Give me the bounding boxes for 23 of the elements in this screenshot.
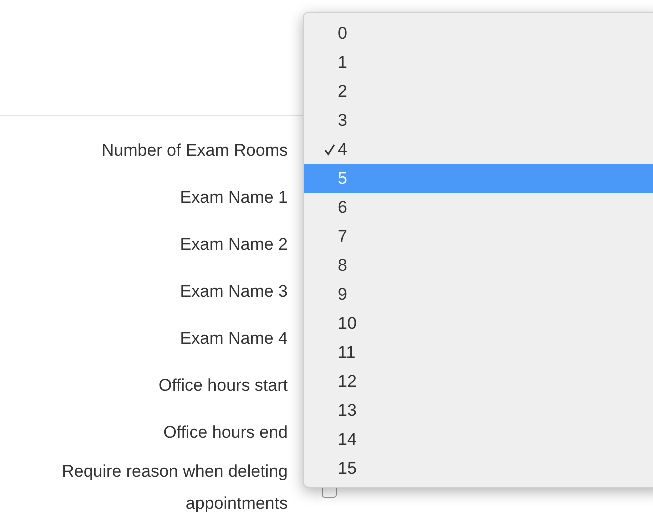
field-label: Exam Name 2 <box>179 234 288 254</box>
menu-item[interactable]: 0 <box>304 19 653 48</box>
field-label: Require reason when deleting appointments <box>61 461 288 515</box>
menu-item[interactable]: 2 <box>304 77 653 106</box>
field-label: Exam Name 1 <box>179 188 288 208</box>
menu-item[interactable]: 15 <box>304 454 653 483</box>
menu-item[interactable]: 4 <box>304 135 653 164</box>
field-label: Number of Exam Rooms <box>100 140 288 160</box>
field-label: Exam Name 3 <box>179 282 288 302</box>
menu-item[interactable]: 14 <box>304 425 653 454</box>
field-label: Exam Name 4 <box>179 328 288 348</box>
menu-item[interactable]: 8 <box>304 251 653 280</box>
menu-item[interactable]: 11 <box>304 338 653 367</box>
menu-item[interactable]: 9 <box>304 280 653 309</box>
menu-item[interactable]: 1 <box>304 48 653 77</box>
menu-item[interactable]: 13 <box>304 396 653 425</box>
menu-item[interactable]: 3 <box>304 106 653 135</box>
field-label: Office hours start <box>158 376 288 396</box>
menu-item[interactable]: 6 <box>304 193 653 222</box>
menu-item[interactable]: 10 <box>304 309 653 338</box>
field-label: Office hours end <box>162 422 288 442</box>
menu-item[interactable]: 12 <box>304 367 653 396</box>
menu-item[interactable]: 7 <box>304 222 653 251</box>
